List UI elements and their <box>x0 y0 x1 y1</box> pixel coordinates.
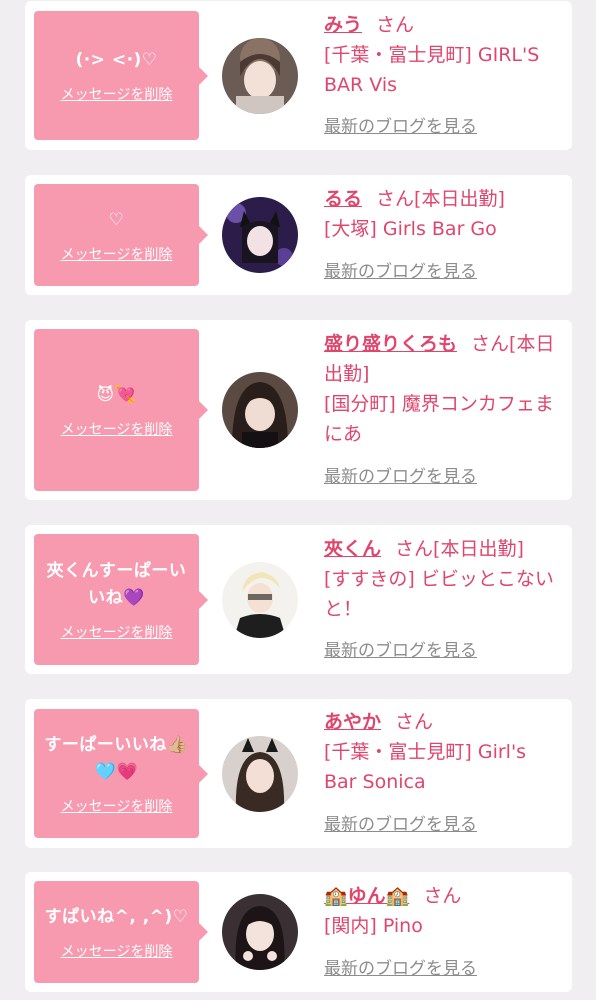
cast-info: あやか さん [千葉・富士見町] Girl's Bar Sonica <box>324 707 560 797</box>
honorific: さん <box>395 711 434 733</box>
cast-name-link[interactable]: 🏫ゆん🏫 <box>324 885 409 907</box>
message-list: (·> <·)♡ メッセージを削除 みう さん [千葉・富士見町] GIRL'S … <box>0 0 596 1000</box>
cast-info: 🏫ゆん🏫 さん [関内] Pino <box>324 881 560 941</box>
message-card: 夾くんすーぱーいいね💜 メッセージを削除 夾くん さん[本日出勤] [すすきの] … <box>25 525 572 674</box>
honorific: さん <box>395 538 434 560</box>
delete-message-link[interactable]: メッセージを削除 <box>61 246 173 264</box>
shop-name: [関内] Pino <box>324 915 423 937</box>
avatar[interactable] <box>222 736 298 812</box>
message-bubble: すーぱーいいね👍🏼🩵💗 メッセージを削除 <box>34 709 208 838</box>
shop-name: [千葉・富士見町] Girl's Bar Sonica <box>324 741 527 793</box>
cast-name-link[interactable]: みう <box>324 14 362 36</box>
message-text: すーぱーいいね👍🏼🩵💗 <box>44 734 189 782</box>
delete-message-link[interactable]: メッセージを削除 <box>61 798 173 816</box>
message-card: すぱいね^, ,^)♡ メッセージを削除 🏫ゆん🏫 さん [関内] Pino 最新… <box>25 872 572 992</box>
cast-name-link[interactable]: 夾くん <box>324 538 381 560</box>
honorific: さん <box>376 14 415 36</box>
latest-blog-link[interactable]: 最新のブログを見る <box>324 116 477 138</box>
honorific: さん <box>471 333 510 355</box>
message-card: ♡ メッセージを削除 るる さん[本日出勤] [大塚] Girls Bar Go … <box>25 175 572 295</box>
message-text: すぱいね^, ,^)♡ <box>44 906 189 927</box>
latest-blog-link[interactable]: 最新のブログを見る <box>324 958 477 980</box>
message-card: (·> <·)♡ メッセージを削除 みう さん [千葉・富士見町] GIRL'S … <box>25 1 572 150</box>
message-text: (·> <·)♡ <box>75 50 158 70</box>
delete-message-link[interactable]: メッセージを削除 <box>61 86 173 104</box>
avatar[interactable] <box>222 38 298 114</box>
delete-message-link[interactable]: メッセージを削除 <box>61 421 173 439</box>
latest-blog-link[interactable]: 最新のブログを見る <box>324 640 477 662</box>
shop-name: [千葉・富士見町] GIRL'S BAR Vis <box>324 44 540 96</box>
cast-info: 夾くん さん[本日出勤] [すすきの] ビビッとこないと！ <box>324 534 560 624</box>
status-badge: [本日出勤] <box>414 188 505 210</box>
cast-name-link[interactable]: あやか <box>324 711 381 733</box>
cast-name-link[interactable]: るる <box>324 188 362 210</box>
message-text: ♡ <box>108 209 125 230</box>
message-text: 😈💘 <box>96 384 137 405</box>
message-bubble: 夾くんすーぱーいいね💜 メッセージを削除 <box>34 534 208 665</box>
message-bubble: (·> <·)♡ メッセージを削除 <box>34 11 208 140</box>
shop-name: [大塚] Girls Bar Go <box>324 218 497 240</box>
honorific: さん <box>423 885 462 907</box>
status-badge: [本日出勤] <box>433 538 524 560</box>
message-bubble: ♡ メッセージを削除 <box>34 184 208 286</box>
avatar[interactable] <box>222 372 298 448</box>
avatar[interactable] <box>222 894 298 970</box>
avatar[interactable] <box>222 562 298 638</box>
cast-info: みう さん [千葉・富士見町] GIRL'S BAR Vis <box>324 10 560 100</box>
delete-message-link[interactable]: メッセージを削除 <box>61 943 173 961</box>
message-card: 😈💘 メッセージを削除 盛り盛りくろも さん[本日出勤] [国分町] 魔界コンカフ… <box>25 320 572 500</box>
message-bubble: すぱいね^, ,^)♡ メッセージを削除 <box>34 881 208 983</box>
delete-message-link[interactable]: メッセージを削除 <box>61 624 173 642</box>
cast-info: るる さん[本日出勤] [大塚] Girls Bar Go <box>324 184 560 244</box>
message-card: すーぱーいいね👍🏼🩵💗 メッセージを削除 あやか さん [千葉・富士見町] Gir… <box>25 699 572 848</box>
cast-name-link[interactable]: 盛り盛りくろも <box>324 333 457 355</box>
latest-blog-link[interactable]: 最新のブログを見る <box>324 261 477 283</box>
latest-blog-link[interactable]: 最新のブログを見る <box>324 466 477 488</box>
shop-name: [すすきの] ビビッとこないと！ <box>324 568 554 620</box>
message-text: 夾くんすーぱーいいね💜 <box>46 560 187 608</box>
message-bubble: 😈💘 メッセージを削除 <box>34 329 208 491</box>
latest-blog-link[interactable]: 最新のブログを見る <box>324 814 477 836</box>
cast-info: 盛り盛りくろも さん[本日出勤] [国分町] 魔界コンカフェまにあ <box>324 329 560 449</box>
honorific: さん <box>376 188 415 210</box>
shop-name: [国分町] 魔界コンカフェまにあ <box>324 393 554 445</box>
avatar[interactable] <box>222 197 298 273</box>
